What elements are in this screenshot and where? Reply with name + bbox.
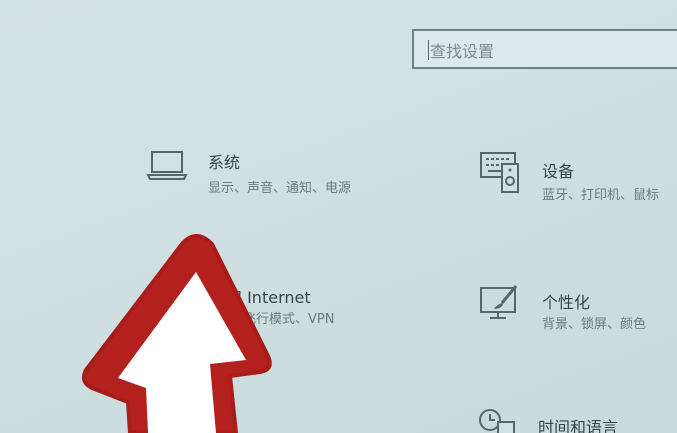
- red-arrow-overlay: [82, 234, 272, 433]
- settings-home: 系统 显示、声音、通知、电源 设备 蓝牙、打印机、鼠标 和 Internet 、…: [0, 0, 677, 433]
